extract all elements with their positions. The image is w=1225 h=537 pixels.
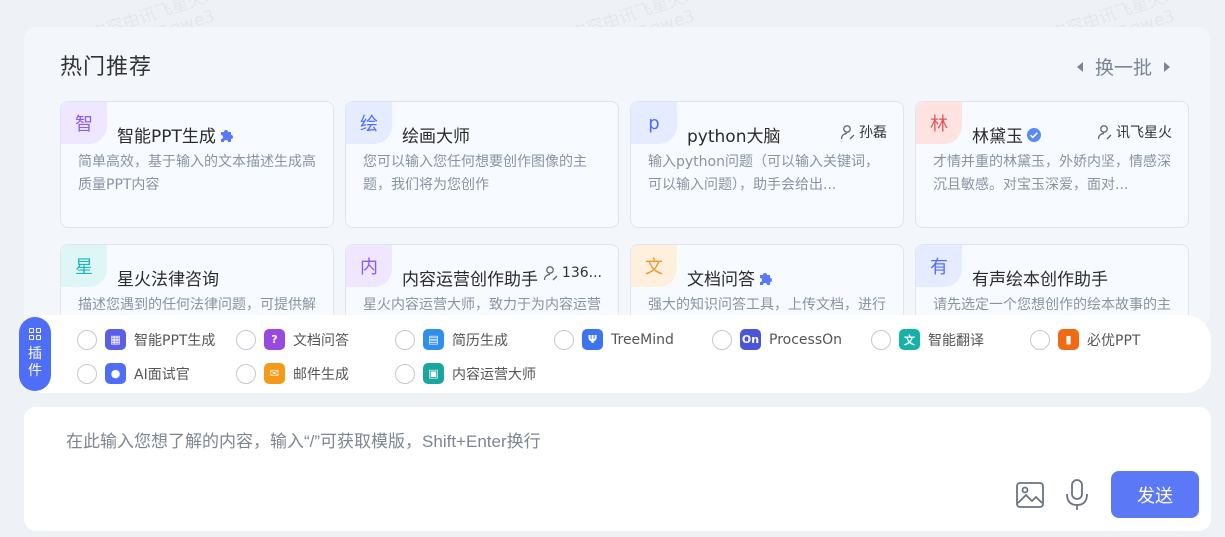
card-author: 136...	[543, 265, 602, 281]
plugin-radio[interactable]	[395, 329, 415, 350]
card-author: 孙磊	[840, 122, 887, 142]
user-icon	[840, 125, 855, 140]
card-title-text: 绘画大师	[402, 127, 470, 147]
plugin-option[interactable]: ▮ 必优PPT	[1030, 329, 1140, 350]
card-description: 输入python问题（可以输入关键词，可以输入问题），助手会给出...	[648, 154, 879, 193]
plugin-radio[interactable]	[554, 329, 574, 350]
puzzle-icon	[220, 129, 233, 142]
card-title-text: 内容运营创作助手	[402, 270, 538, 290]
plugin-label: 必优PPT	[1087, 332, 1141, 349]
card-badge: 智	[61, 102, 107, 144]
next-arrow-icon[interactable]	[1164, 61, 1170, 72]
card-title-text: python大脑	[687, 127, 781, 147]
plugin-option[interactable]: ▦ 智能PPT生成	[77, 329, 215, 350]
plugin-icon: ▮	[1058, 329, 1079, 350]
plugin-icon: ?	[264, 329, 285, 350]
user-icon	[1097, 125, 1112, 140]
card-badge: 有	[916, 245, 962, 287]
plugin-label: 邮件生成	[293, 366, 349, 383]
refresh-button[interactable]: 换一批	[1076, 53, 1170, 80]
plugin-bar: 插 件	[19, 315, 1211, 393]
send-button[interactable]: 发送	[1111, 471, 1199, 518]
puzzle-icon	[760, 272, 772, 285]
plugin-option[interactable]: ● AI面试官	[77, 363, 190, 384]
plugin-icon: 文	[899, 329, 920, 350]
plugin-radio[interactable]	[236, 329, 256, 350]
card-description: 您可以输入您任何想要创作图像的主题，我们将为您创作	[363, 154, 587, 193]
plugin-option[interactable]: ? 文档问答	[236, 329, 349, 350]
plugin-radio[interactable]	[395, 363, 415, 384]
plugin-icon: Ψ	[582, 329, 603, 350]
card-title-text: 有声绘本创作助手	[972, 270, 1108, 290]
card-title-text: 林黛玉	[972, 127, 1023, 147]
card-badge: 林	[916, 102, 962, 144]
chat-input-box: 发送	[24, 407, 1211, 531]
card-title: 文档问答	[687, 265, 774, 290]
card-badge: 星	[61, 245, 107, 287]
card-badge: 文	[631, 245, 677, 287]
plugin-icon: ▤	[423, 329, 444, 350]
card-title-text: 星火法律咨询	[117, 270, 219, 290]
plugin-option[interactable]: ▣ 内容运营大师	[395, 363, 536, 384]
card-title-text: 文档问答	[687, 270, 755, 290]
assistant-card[interactable]: 林林黛玉 讯飞星火才情并重的林黛玉，外娇内坚，情感深沉且敏感。对宝玉深爱，面对..…	[915, 101, 1189, 228]
refresh-label: 换一批	[1094, 57, 1152, 79]
plugin-radio[interactable]	[871, 329, 891, 350]
card-author-name: 136...	[561, 265, 602, 281]
card-title: 内容运营创作助手	[402, 265, 538, 290]
plugin-label: 简历生成	[452, 332, 508, 349]
plugin-option[interactable]: 文智能翻译	[871, 329, 984, 350]
card-author-name: 孙磊	[859, 125, 887, 141]
plugin-icon: ▣	[423, 363, 444, 384]
card-title: 智能PPT生成	[117, 122, 235, 147]
plugin-option[interactable]: ✉ 邮件生成	[236, 363, 349, 384]
plugin-label: TreeMind	[611, 331, 674, 348]
card-badge: 绘	[346, 102, 392, 144]
assistant-card[interactable]: p python大脑 孙磊输入python问题（可以输入关键词，可以输入问题），助手…	[630, 101, 904, 228]
verified-icon	[1027, 127, 1041, 142]
plugin-icon: ✉	[264, 363, 285, 384]
card-badge: p	[631, 102, 677, 144]
section-title: 热门推荐	[60, 55, 153, 80]
prev-arrow-icon[interactable]	[1076, 61, 1083, 72]
plugin-tab-button[interactable]: 插 件	[19, 317, 51, 391]
plugin-radio[interactable]	[236, 363, 256, 384]
assistant-card[interactable]: 智智能PPT生成简单高效，基于输入的文本描述生成高质量PPT内容	[60, 101, 334, 228]
card-title: 星火法律咨询	[117, 265, 219, 290]
chat-input[interactable]	[66, 427, 1166, 467]
assistant-card[interactable]: 绘绘画大师您可以输入您任何想要创作图像的主题，我们将为您创作	[345, 101, 619, 228]
plugin-radio[interactable]	[712, 329, 732, 350]
plugin-icon: ●	[105, 363, 126, 384]
plugin-radio[interactable]	[1030, 329, 1050, 350]
plugin-radio[interactable]	[77, 329, 97, 350]
plugin-option[interactable]: ▤ 简历生成	[395, 329, 508, 350]
plugin-icon: ▦	[105, 329, 126, 350]
plugin-option[interactable]: Ψ TreeMind	[554, 329, 674, 350]
plugin-radio[interactable]	[77, 363, 97, 384]
card-title-text: 智能PPT生成	[117, 127, 216, 147]
plugin-grid-icon	[29, 328, 41, 340]
card-description: 才情并重的林黛玉，外娇内坚，情感深沉且敏感。对宝玉深爱，面对...	[933, 154, 1171, 193]
user-icon	[543, 266, 558, 281]
plugin-icon: On	[740, 329, 761, 350]
card-title: python大脑	[687, 122, 780, 147]
card-badge: 内	[346, 245, 392, 287]
card-author: 讯飞星火	[1097, 122, 1172, 142]
card-description: 简单高效，基于输入的文本描述生成高质量PPT内容	[78, 154, 316, 193]
plugin-label: 文档问答	[293, 332, 349, 349]
plugin-label: 智能翻译	[928, 332, 984, 349]
microphone-icon[interactable]	[1064, 478, 1090, 512]
plugin-label: 内容运营大师	[452, 366, 536, 383]
image-upload-icon[interactable]	[1015, 480, 1045, 510]
plugin-option[interactable]: On ProcessOn	[712, 329, 842, 350]
card-author-name: 讯飞星火	[1116, 125, 1172, 141]
card-title: 林黛玉	[972, 122, 1042, 147]
card-title: 绘画大师	[402, 122, 470, 147]
card-title: 有声绘本创作助手	[972, 265, 1108, 290]
plugin-label: 智能PPT生成	[134, 332, 216, 349]
plugin-label: AI面试官	[134, 366, 190, 383]
plugin-label: ProcessOn	[769, 331, 843, 348]
